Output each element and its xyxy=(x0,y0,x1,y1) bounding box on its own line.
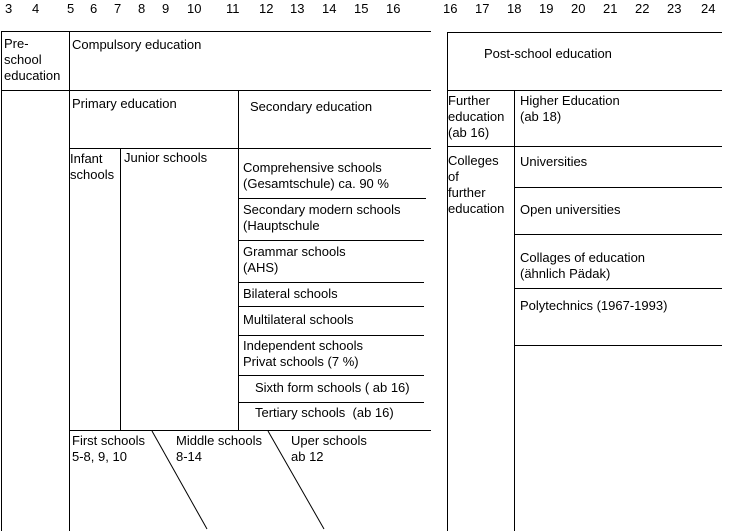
higher-type: Collages of education (ähnlich Pädak) xyxy=(520,250,646,281)
divider xyxy=(447,32,722,33)
primary-label: Primary education xyxy=(72,96,177,111)
divider xyxy=(447,146,722,147)
divider xyxy=(514,234,722,235)
secondary-type: Multilateral schools xyxy=(243,312,354,327)
upper-schools-label: Uper schools ab 12 xyxy=(291,433,367,464)
higher-education-label: Higher Education (ab 18) xyxy=(520,93,620,124)
secondary-type: Tertiary schools (ab 16) xyxy=(255,405,394,420)
junior-label: Junior schools xyxy=(124,150,208,165)
divider xyxy=(514,345,722,346)
colleges-further-label: Colleges of further education xyxy=(448,153,505,216)
divider xyxy=(447,90,722,91)
higher-type: Universities xyxy=(520,154,588,169)
secondary-type: Bilateral schools xyxy=(243,286,338,301)
divider xyxy=(514,90,515,531)
divider xyxy=(514,187,722,188)
compulsory-label: Compulsory education xyxy=(72,37,202,52)
further-education-label: Further education (ab 16) xyxy=(448,93,505,140)
secondary-type: Secondary modern schools (Hauptschule xyxy=(243,202,401,233)
infant-label: Infant schools xyxy=(70,151,115,182)
higher-type: Open universities xyxy=(520,202,621,217)
post-school-title: Post-school education xyxy=(484,46,612,61)
secondary-type: Sixth form schools ( ab 16) xyxy=(255,380,410,395)
secondary-type: Comprehensive schools (Gesamtschule) ca.… xyxy=(243,160,389,191)
preschool-label: Pre- school education xyxy=(4,36,61,83)
higher-type: Polytechnics (1967-1993) xyxy=(520,298,668,313)
first-schools-label: First schools 5-8, 9, 10 xyxy=(72,433,145,464)
secondary-label: Secondary education xyxy=(250,99,373,114)
secondary-type: Grammar schools (AHS) xyxy=(243,244,346,275)
secondary-type: Independent schools Privat schools (7 %) xyxy=(243,338,363,369)
middle-schools-label: Middle schools 8-14 xyxy=(176,433,262,464)
divider xyxy=(514,288,722,289)
